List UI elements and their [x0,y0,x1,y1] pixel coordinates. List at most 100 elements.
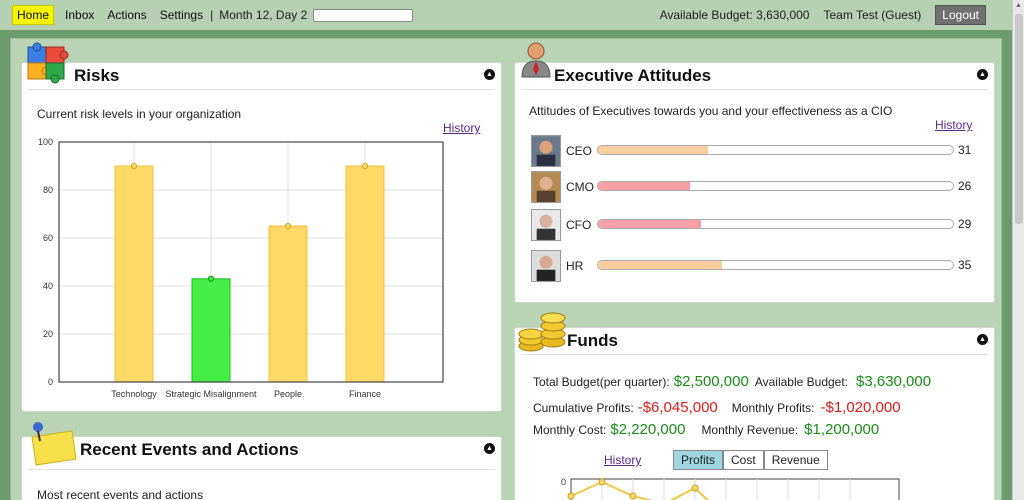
y-tick-label: 0 [48,377,53,387]
logout-button[interactable]: Logout [935,5,986,25]
risk-point [362,163,368,169]
available-budget-label: Available Budget: [754,375,849,389]
nav-actions[interactable]: Actions [107,8,146,22]
collapse-risks-icon[interactable]: ▲ [484,69,495,80]
divider [521,354,988,355]
x-tick-label: Strategic Misalignment [165,389,257,399]
exec-value: 35 [958,258,972,272]
risk-point [285,223,291,229]
funds-point [691,484,699,492]
executive-attitudes-panel: Executive Attitudes ▲ Attitudes of Execu… [514,42,995,303]
events-title: Recent Events and Actions [80,440,299,459]
risk-bar [191,278,231,383]
exec-label: CEO [566,144,593,158]
topbar-right: Available Budget: 3,630,000 Team Test (G… [646,0,986,30]
puzzle-icon [27,42,69,84]
cmo-avatar [531,171,561,203]
collapse-executives-icon[interactable]: ▲ [977,69,988,80]
y-tick-label: 100 [38,137,53,147]
exec-attitude-bar [597,145,954,155]
total-budget-value: $2,500,000 [673,373,749,390]
page-scrollbar[interactable]: ▲ [1012,0,1024,500]
tab-profits[interactable]: Profits [673,450,724,470]
exec-label: CFO [566,218,592,232]
risk-bar [345,165,385,383]
monthly-cost-value: $2,220,000 [610,421,686,438]
nav-inbox[interactable]: Inbox [65,8,94,22]
collapse-funds-icon[interactable]: ▲ [977,334,988,345]
funds-title: Funds [567,331,618,350]
funds-axis-tick: 0 [561,477,566,487]
available-budget-indicator: Available Budget: 3,630,000 [659,8,810,22]
user-icon [521,42,551,78]
funds-tabs: Profits Cost Revenue [673,450,828,470]
nav-home[interactable]: Home [12,5,55,25]
executive-attitudes-title: Executive Attitudes [554,66,712,85]
risks-bar-chart: 0 20 40 60 80 100 Technology Strategic Misalign… [38,137,444,399]
total-budget-label: Total Budget(per quarter): [533,375,670,389]
risks-description: Current risk levels in your organization [37,107,242,121]
executive-attitudes-description: Attitudes of Executives towards you and … [529,104,893,118]
top-nav-bar: Home Inbox Actions Settings | Month 12, … [0,0,1012,30]
exec-value: 29 [958,217,972,231]
x-tick-label: People [274,389,302,399]
cumulative-profits-label: Cumulative Profits: [533,401,634,415]
executives-history-link[interactable]: History [935,118,972,132]
divider [521,89,988,90]
exec-label: CMO [566,180,594,194]
exec-value: 26 [958,179,972,193]
exec-attitude-fill [598,261,723,269]
divider [28,469,495,470]
exec-attitude-fill [598,220,701,228]
funds-history-link[interactable]: History [604,453,641,467]
funds-point [629,492,637,500]
exec-attitude-bar [597,219,954,229]
exec-label: HR [566,259,584,273]
risk-bar [268,225,308,383]
cfo-avatar [531,209,561,241]
nav-separator: | [210,8,214,22]
exec-attitude-bar [597,260,954,270]
y-tick-label: 40 [43,281,53,291]
game-date: Month 12, Day 2 [219,8,308,22]
collapse-events-icon[interactable]: ▲ [484,443,495,454]
risks-title: Risks [74,66,120,85]
tab-revenue[interactable]: Revenue [763,450,828,470]
exec-row-hr: HR 35 [531,250,985,282]
risk-point [131,163,137,169]
exec-row-ceo: CEO 31 [531,135,985,167]
x-tick-label: Technology [111,389,157,399]
available-budget-value: $3,630,000 [856,373,932,390]
exec-attitude-bar [597,181,954,191]
scroll-thumb[interactable] [1015,14,1023,224]
events-description: Most recent events and actions [37,488,204,500]
monthly-revenue-value: $1,200,000 [804,421,880,438]
risk-point [208,275,214,282]
y-tick-label: 80 [43,185,53,195]
exec-attitude-fill [598,146,709,154]
nav-settings[interactable]: Settings [160,8,203,22]
monthly-cost-label: Monthly Cost: [533,423,607,437]
cumulative-profits-value: -$6,045,000 [637,399,718,416]
ceo-avatar [531,135,561,167]
funds-row-budget: Total Budget(per quarter): $2,500,000 Av… [533,373,943,390]
exec-row-cfo: CFO 29 [531,209,985,241]
exec-row-cmo: CMO 26 [531,171,985,203]
x-tick-label: Finance [349,389,381,399]
coins-icon [518,312,566,352]
tab-cost[interactable]: Cost [723,450,764,470]
events-panel: Recent Events and Actions ▲ Most recent … [21,422,502,500]
sticky-note-icon [31,422,77,466]
funds-point [567,492,575,500]
y-tick-label: 60 [43,233,53,243]
risks-panel: Risks ▲ Current risk levels in your orga… [21,42,502,412]
monthly-profits-value: -$1,020,000 [820,399,901,416]
exec-attitude-fill [598,182,691,190]
y-tick-label: 20 [43,329,53,339]
monthly-profits-label: Monthly Profits: [731,401,815,415]
hr-avatar [531,250,561,282]
monthly-revenue-label: Monthly Revenue: [701,423,799,437]
funds-panel: Funds ▲ Total Budget(per quarter): $2,50… [514,312,995,500]
team-name: Team Test (Guest) [823,8,922,22]
scroll-up-icon[interactable]: ▲ [1015,2,1022,9]
